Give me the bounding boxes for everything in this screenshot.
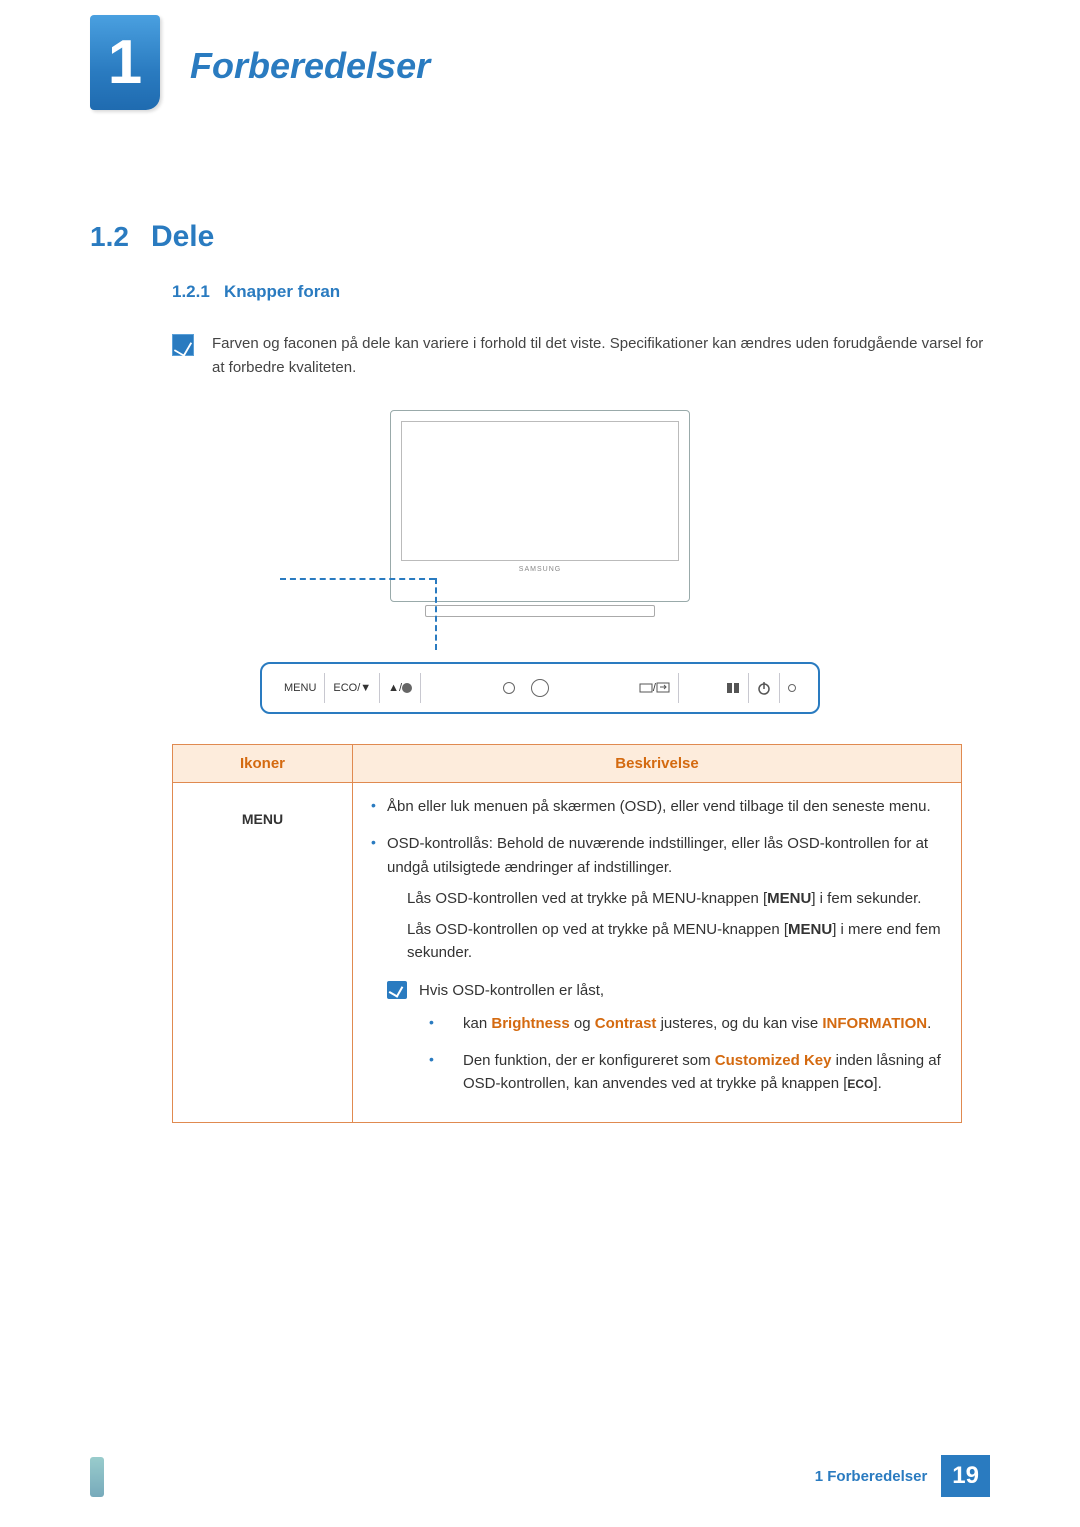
sub-bullet: kan Brightness og Contrast justeres, og … — [445, 1012, 947, 1035]
bullet-item: OSD-kontrollås: Behold de nuværende inds… — [387, 832, 947, 964]
highlight-contrast: Contrast — [595, 1015, 657, 1032]
footer-page-number: 19 — [941, 1455, 990, 1497]
monitor-outline: SAMSUNG — [390, 410, 690, 602]
panel-btn-power — [749, 673, 780, 703]
section-heading: 1.2 Dele — [90, 220, 990, 254]
monitor-screen — [401, 421, 679, 561]
button-panel: MENU ECO/▼ ▲/ / — [260, 662, 820, 714]
panel-btn-menu: MENU — [276, 673, 325, 703]
panel-spacer — [421, 673, 495, 703]
table-row: MENU Åbn eller luk menuen på skærmen (OS… — [173, 783, 962, 1123]
col-header-icons: Ikoner — [173, 745, 353, 783]
paragraph: Lås OSD-kontrollen op ved at trykke på M… — [407, 918, 947, 965]
highlight-brightness: Brightness — [491, 1015, 569, 1032]
note-icon — [172, 334, 194, 356]
subsection-title: Knapper foran — [224, 282, 340, 301]
source-icon — [639, 683, 653, 693]
note-icon — [387, 981, 407, 999]
bullet-item: Åbn eller luk menuen på skærmen (OSD), e… — [387, 795, 947, 818]
inner-note-block: Hvis OSD-kontrollen er låst, kan Brightn… — [387, 979, 947, 1110]
row-icon-cell: MENU — [173, 783, 353, 1123]
footer-right: 1 Forberedelser 19 — [815, 1455, 990, 1497]
chapter-number-tab: 1 — [90, 15, 160, 110]
highlight-customized-key: Customized Key — [715, 1052, 832, 1069]
sub-bullet: Den funktion, der er konfigureret som Cu… — [445, 1049, 947, 1096]
circle-icon — [531, 679, 549, 697]
page: 1 Forberedelser 1.2 Dele 1.2.1 Knapper f… — [0, 0, 1080, 1243]
panel-btn-auto — [718, 673, 749, 703]
section-title: Dele — [151, 220, 214, 254]
power-icon — [757, 681, 771, 695]
panel-btn-up: ▲/ — [380, 673, 421, 703]
circle-icon — [503, 682, 515, 694]
callout-line — [435, 578, 437, 650]
page-footer: 1 Forberedelser 19 — [0, 1457, 1080, 1497]
note-text: Farven og faconen på dele kan variere i … — [212, 332, 990, 380]
eco-label: ECO — [847, 1077, 873, 1091]
section-number: 1.2 — [90, 221, 129, 253]
inner-note-intro: Hvis OSD-kontrollen er låst, — [419, 979, 947, 1002]
monitor-stand — [425, 605, 655, 617]
led-icon — [788, 684, 796, 692]
col-header-desc: Beskrivelse — [353, 745, 962, 783]
monitor-brand: SAMSUNG — [391, 566, 689, 573]
chapter-title: Forberedelser — [190, 45, 430, 87]
panel-btn-circle-small — [495, 673, 523, 703]
note-block: Farven og faconen på dele kan variere i … — [172, 332, 990, 380]
callout-line — [280, 578, 435, 580]
menu-label: MENU — [788, 921, 832, 938]
record-icon — [402, 683, 412, 693]
highlight-information: INFORMATION — [822, 1015, 927, 1032]
paragraph: Lås OSD-kontrollen ved at trykke på MENU… — [407, 887, 947, 910]
enter-icon — [656, 682, 670, 694]
subsection-number: 1.2.1 — [172, 282, 210, 301]
chapter-number: 1 — [108, 32, 142, 94]
description-table: Ikoner Beskrivelse MENU Åbn eller luk me… — [172, 744, 962, 1123]
footer-accent-bar — [90, 1457, 104, 1497]
monitor-diagram: SAMSUNG MENU ECO/▼ ▲/ / — [260, 410, 820, 714]
panel-btn-source: / — [631, 673, 679, 703]
panel-btn-eco: ECO/▼ — [325, 673, 380, 703]
panel-spacer — [679, 673, 718, 703]
panel-spacer — [557, 673, 631, 703]
menu-label: MENU — [767, 890, 811, 907]
row-desc-cell: Åbn eller luk menuen på skærmen (OSD), e… — [353, 783, 962, 1123]
panel-led — [780, 673, 804, 703]
auto-icon — [726, 682, 740, 694]
footer-chapter-label: 1 Forberedelser — [815, 1468, 928, 1485]
panel-btn-circle-large — [523, 673, 557, 703]
subsection-heading: 1.2.1 Knapper foran — [172, 282, 990, 302]
